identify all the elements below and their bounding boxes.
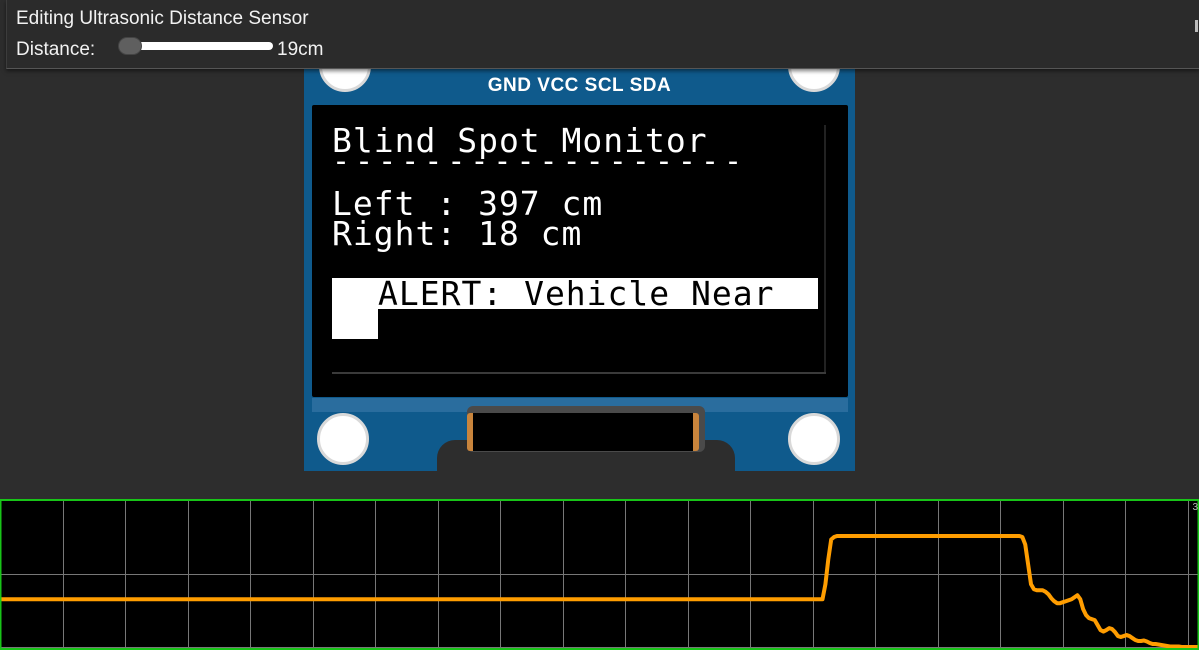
screen-edge-right: [824, 125, 826, 372]
mount-hole-bottom-right: [788, 413, 840, 465]
panel-scroll-edge: [1195, 20, 1198, 32]
serial-plotter[interactable]: 3: [0, 499, 1199, 650]
slider-track[interactable]: [119, 42, 273, 50]
oled-module[interactable]: GND VCC SCL SDA Blind Spot Monitor -----…: [304, 40, 855, 480]
y-axis-max-label: 3: [1192, 502, 1198, 513]
distance-label: Distance:: [16, 39, 96, 60]
alert-message: ALERT: Vehicle Near: [378, 277, 818, 310]
ribbon-connector: [467, 413, 699, 451]
plot-grid: [0, 499, 1199, 650]
screen-cursor-block: [332, 309, 378, 339]
pin-labels: GND VCC SCL SDA: [487, 75, 672, 96]
distance-slider[interactable]: [115, 37, 273, 55]
plotter-canvas: [0, 499, 1199, 650]
distance-trace: [0, 534, 1199, 649]
screen-edge-bottom: [332, 372, 826, 374]
panel-title: Editing Ultrasonic Distance Sensor: [16, 8, 309, 29]
oled-screen: Blind Spot Monitor ------------------ Le…: [332, 124, 826, 373]
distance-value: 19cm: [277, 39, 324, 60]
sensor-edit-panel: Editing Ultrasonic Distance Sensor Dista…: [6, 0, 1199, 69]
slider-thumb[interactable]: [117, 37, 142, 55]
right-distance-line: Right: 18 cm: [332, 214, 583, 253]
screen-divider: ------------------: [332, 144, 748, 179]
mount-hole-bottom-left: [317, 413, 369, 465]
